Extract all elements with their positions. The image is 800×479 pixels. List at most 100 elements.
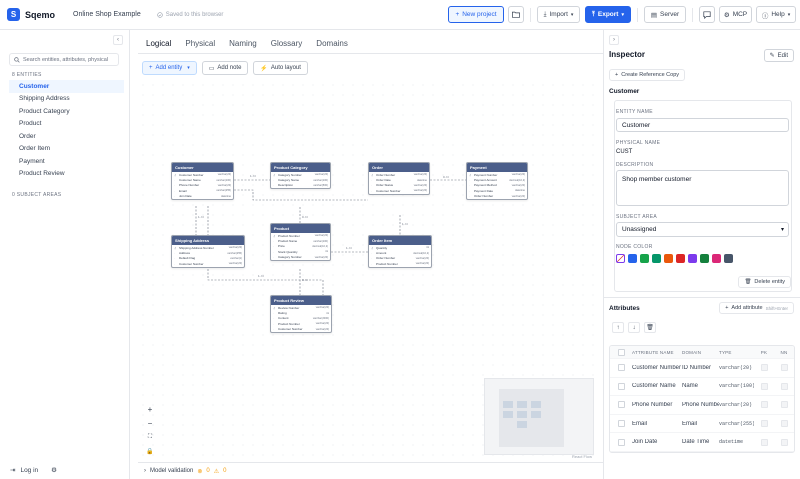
- react-flow-attribution[interactable]: React Flow: [572, 454, 592, 459]
- attribute-domain[interactable]: Name: [682, 383, 719, 389]
- node-color-swatch[interactable]: [664, 254, 673, 263]
- pk-checkbox[interactable]: [760, 420, 768, 428]
- entity-attribute-row[interactable]: ⚷ Quantity int: [369, 245, 431, 250]
- attribute-select-checkbox[interactable]: [617, 364, 625, 372]
- entity-name-input[interactable]: Customer: [616, 118, 789, 132]
- attribute-type[interactable]: datetime: [719, 439, 754, 445]
- attribute-select-checkbox[interactable]: [617, 438, 625, 446]
- node-color-swatch[interactable]: [688, 254, 697, 263]
- move-down-button[interactable]: ↓: [628, 322, 640, 333]
- attribute-row[interactable]: Phone Number Phone Number varchar(20): [610, 396, 794, 415]
- nn-checkbox[interactable]: [780, 382, 788, 390]
- attribute-row[interactable]: Customer Name Name varchar(100): [610, 378, 794, 397]
- entity-attribute-row[interactable]: · Product Number varchar(20): [369, 261, 431, 266]
- collapse-inspector-button[interactable]: ›: [609, 35, 619, 45]
- attribute-name[interactable]: Customer Name: [632, 383, 682, 389]
- add-entity-button[interactable]: + Add entity ▾: [142, 61, 197, 75]
- node-color-swatch[interactable]: [628, 254, 637, 263]
- project-name[interactable]: Online Shop Example: [73, 11, 141, 18]
- server-button[interactable]: ▤ Server: [644, 6, 686, 23]
- export-button[interactable]: ⤒ Export ▾: [585, 6, 631, 23]
- node-color-swatch[interactable]: [700, 254, 709, 263]
- import-button[interactable]: ⤓ Import ▾: [537, 6, 580, 23]
- tab-domains[interactable]: Domains: [316, 39, 348, 54]
- entity-list-item-customer[interactable]: Customer: [9, 80, 124, 93]
- delete-attribute-button[interactable]: 🗑: [644, 322, 656, 333]
- entity-list-item-payment[interactable]: Payment: [9, 155, 124, 168]
- entity-search-input[interactable]: Search entities, attributes, physical: [9, 53, 119, 66]
- entity-attribute-row[interactable]: · Category Number varchar(20): [271, 255, 330, 260]
- tab-naming[interactable]: Naming: [229, 39, 257, 54]
- entity-attribute-row[interactable]: · Order Number varchar(20): [467, 194, 527, 199]
- attribute-domain[interactable]: Email: [682, 421, 719, 427]
- node-color-swatch[interactable]: [640, 254, 649, 263]
- attribute-name[interactable]: Email: [632, 421, 682, 427]
- auto-layout-button[interactable]: ⚡ Auto layout: [253, 61, 308, 75]
- entity-node-product[interactable]: Product ⚷ Product Number varchar(20) · Produ…: [270, 223, 331, 261]
- lock-button[interactable]: 🔒: [144, 445, 156, 457]
- add-attribute-button[interactable]: + Add attribute Shift+Enter: [719, 302, 794, 314]
- collapse-sidebar-button[interactable]: ‹: [113, 35, 123, 45]
- node-color-swatch[interactable]: [676, 254, 685, 263]
- login-link[interactable]: Log in: [20, 467, 38, 474]
- delete-entity-button[interactable]: 🗑 Delete entity: [738, 276, 791, 288]
- attribute-type[interactable]: varchar(255): [719, 421, 754, 427]
- open-folder-button[interactable]: [508, 6, 524, 23]
- minimap[interactable]: [484, 378, 594, 455]
- zoom-out-button[interactable]: −: [144, 417, 156, 429]
- entity-list-item-product[interactable]: Product: [9, 118, 124, 131]
- attribute-type[interactable]: varchar(20): [719, 365, 754, 371]
- help-button[interactable]: ⓘ Help ▾: [756, 6, 796, 23]
- attribute-select-checkbox[interactable]: [617, 382, 625, 390]
- nn-checkbox[interactable]: [780, 364, 788, 372]
- new-project-button[interactable]: + New project: [448, 6, 504, 23]
- entity-attribute-row[interactable]: · Customer Number varchar(20): [271, 327, 331, 332]
- subject-area-select[interactable]: Unassigned ▾: [616, 222, 789, 237]
- entity-list-item-product-review[interactable]: Product Review: [9, 168, 124, 181]
- node-color-swatch[interactable]: [652, 254, 661, 263]
- nn-checkbox[interactable]: [780, 438, 788, 446]
- node-color-swatch[interactable]: [712, 254, 721, 263]
- description-textarea[interactable]: Shop member customer: [616, 170, 789, 206]
- nn-checkbox[interactable]: [780, 401, 788, 409]
- entity-list-item-order-item[interactable]: Order Item: [9, 143, 124, 156]
- select-all-checkbox[interactable]: [617, 348, 625, 356]
- entity-node-order-item[interactable]: Order Item ⚷ Quantity int · Amount decimal(10…: [368, 235, 432, 268]
- attribute-select-checkbox[interactable]: [617, 401, 625, 409]
- attribute-name[interactable]: Join Date: [632, 439, 682, 445]
- attribute-domain[interactable]: Date Time: [682, 439, 719, 445]
- minimap-viewport[interactable]: [499, 389, 564, 447]
- entity-attribute-row[interactable]: · Stock Quantity int: [271, 249, 330, 254]
- create-reference-copy-button[interactable]: + Create Reference Copy: [609, 69, 685, 81]
- entity-attribute-row[interactable]: · Description varchar(500): [271, 183, 330, 188]
- entity-node-shipping-address[interactable]: Shipping Address ⚷ Shipping Address Numbe…: [171, 235, 245, 268]
- entity-node-customer[interactable]: Customer ⚷ Customer Number varchar(20) · Cus…: [171, 162, 234, 200]
- add-note-button[interactable]: ▭ Add note: [201, 61, 249, 75]
- fit-view-button[interactable]: ⛶: [144, 431, 156, 443]
- attribute-row[interactable]: Email Email varchar(255): [610, 415, 794, 434]
- entity-list-item-product-category[interactable]: Product Category: [9, 105, 124, 118]
- attribute-domain[interactable]: ID Number: [682, 365, 719, 371]
- entity-node-product-category[interactable]: Product Category ⚷ Category Number varchar…: [270, 162, 331, 190]
- move-up-button[interactable]: ↑: [612, 322, 624, 333]
- attribute-domain[interactable]: Phone Number: [682, 402, 719, 408]
- pk-checkbox[interactable]: [760, 401, 768, 409]
- attribute-name[interactable]: Customer Number: [632, 365, 682, 371]
- edit-button[interactable]: ✎ Edit: [763, 49, 794, 62]
- attribute-type[interactable]: varchar(20): [719, 402, 754, 408]
- node-color-swatch[interactable]: [616, 254, 625, 263]
- tab-physical[interactable]: Physical: [185, 39, 215, 54]
- attribute-row[interactable]: Join Date Date Time datetime: [610, 433, 794, 452]
- entity-node-payment[interactable]: Payment ⚷ Payment Number varchar(20) · Payme…: [466, 162, 528, 200]
- entity-node-order[interactable]: Order ⚷ Order Number varchar(20) · Order Dat…: [368, 162, 430, 195]
- nn-checkbox[interactable]: [780, 420, 788, 428]
- attribute-row[interactable]: Customer Number ID Number varchar(20): [610, 359, 794, 378]
- attribute-type[interactable]: varchar(100): [719, 383, 754, 389]
- chat-button[interactable]: [699, 6, 715, 23]
- entity-attribute-row[interactable]: · Join Date datetime: [172, 194, 233, 199]
- entity-attribute-row[interactable]: · Customer Number varchar(20): [172, 261, 244, 266]
- tab-glossary[interactable]: Glossary: [271, 39, 303, 54]
- pk-checkbox[interactable]: [760, 438, 768, 446]
- mcp-button[interactable]: ⚙ MCP: [719, 6, 752, 23]
- tab-logical[interactable]: Logical: [146, 39, 172, 54]
